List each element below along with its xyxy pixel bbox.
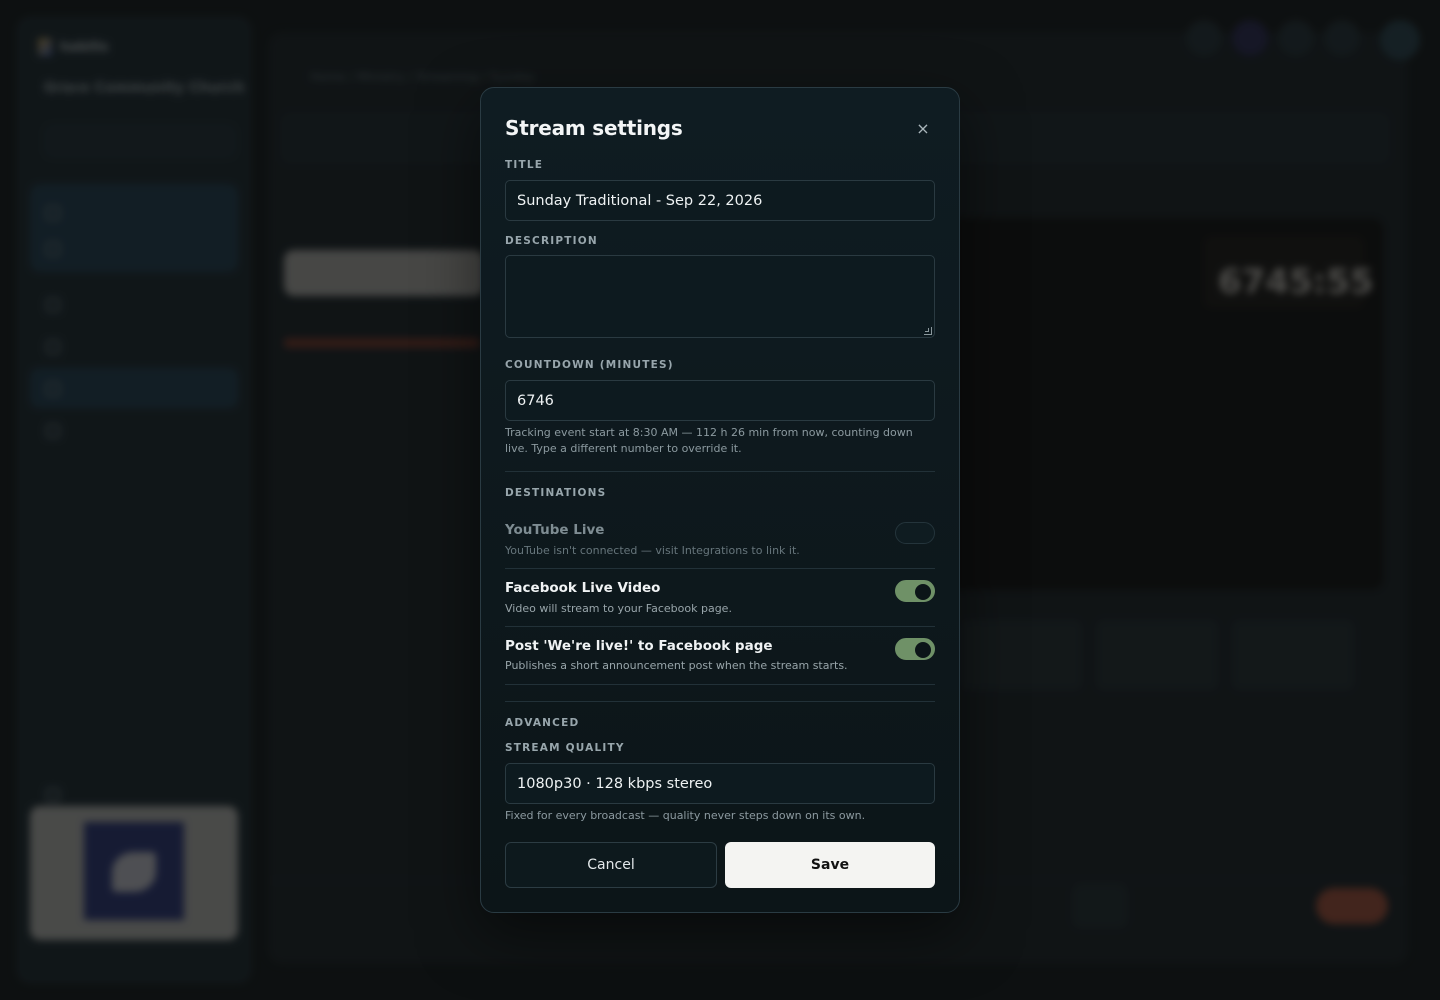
cancel-button[interactable]: Cancel	[505, 842, 717, 888]
destination-facebook-desc: Video will stream to your Facebook page.	[505, 602, 732, 615]
title-label: TITLE	[505, 159, 544, 171]
stream-quality-label: STREAM QUALITY	[505, 742, 625, 754]
divider	[505, 471, 935, 472]
stream-settings-modal: Stream settings × TITLE Sunday Tradition…	[480, 87, 960, 913]
stream-quality-hint: Fixed for every broadcast — quality neve…	[505, 809, 866, 822]
destinations-label: DESTINATIONS	[505, 487, 607, 499]
description-label: DESCRIPTION	[505, 235, 598, 247]
divider	[505, 626, 935, 627]
facebook-live-toggle[interactable]	[895, 580, 935, 602]
stream-quality-field: 1080p30 · 128 kbps stereo	[505, 763, 935, 804]
youtube-toggle[interactable]	[895, 522, 935, 544]
destination-facebook-name: Facebook Live Video	[505, 580, 661, 596]
divider	[505, 684, 935, 685]
modal-title: Stream settings	[505, 116, 683, 140]
description-textarea[interactable]	[505, 255, 935, 338]
facebook-post-toggle[interactable]	[895, 638, 935, 660]
resize-handle-icon[interactable]	[924, 327, 932, 335]
countdown-hint: Tracking event start at 8:30 AM — 112 h …	[505, 426, 913, 455]
countdown-input[interactable]: 6746	[505, 380, 935, 421]
close-icon[interactable]: ×	[913, 118, 933, 138]
divider	[505, 701, 935, 702]
title-input[interactable]: Sunday Traditional - Sep 22, 2026	[505, 180, 935, 221]
advanced-label: ADVANCED	[505, 717, 580, 729]
destination-youtube-name: YouTube Live	[505, 522, 605, 538]
divider	[505, 568, 935, 569]
countdown-label: COUNTDOWN (MINUTES)	[505, 359, 674, 371]
destination-facebook-post-desc: Publishes a short announcement post when…	[505, 659, 848, 672]
destination-facebook-post-name: Post 'We're live!' to Facebook page	[505, 638, 773, 654]
save-button[interactable]: Save	[725, 842, 935, 888]
destination-youtube-desc: YouTube isn't connected — visit Integrat…	[505, 544, 800, 557]
